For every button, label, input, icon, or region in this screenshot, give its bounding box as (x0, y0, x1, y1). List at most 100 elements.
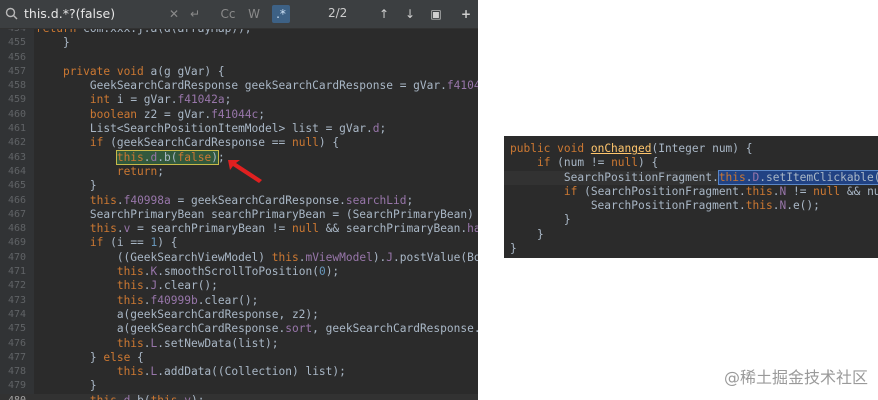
add-selection-icon[interactable]: + (458, 5, 474, 23)
regex-button[interactable]: .* (272, 5, 290, 23)
code-line: if (num != null) { (504, 156, 878, 170)
code-line: } (504, 213, 878, 227)
line-text[interactable]: List<SearchPositionItemModel> list = gVa… (36, 122, 386, 136)
code-line: 474 a(geekSearchCardResponse, z2); (0, 308, 478, 322)
match-count: 2/2 (328, 6, 348, 20)
line-text[interactable]: this.L.addData((Collection) list); (36, 365, 346, 379)
line-number: 457 (7, 65, 26, 77)
code-line: 459 int i = gVar.f41042a; (0, 93, 478, 107)
code-line: 469 if (i == 1) { (0, 236, 478, 250)
line-number: 467 (7, 208, 26, 220)
code-line: 468 this.v = searchPrimaryBean != null &… (0, 222, 478, 236)
code-line: 458 GeekSearchCardResponse geekSearchCar… (0, 79, 478, 93)
line-text[interactable]: this.L.setNewData(list); (36, 337, 279, 351)
line-number: 464 (7, 165, 26, 177)
code-line: } (504, 228, 878, 242)
search-icon[interactable] (4, 6, 20, 22)
line-number: 463 (7, 151, 26, 163)
line-number: 469 (7, 237, 26, 249)
line-number: 478 (7, 366, 26, 378)
search-input[interactable]: this.d.*?(false) (24, 6, 115, 21)
search-match-highlight[interactable]: this.D.setItemClickable(false) (717, 169, 878, 185)
code-line: 461 List<SearchPositionItemModel> list =… (0, 122, 478, 136)
line-number: 471 (7, 266, 26, 278)
line-text[interactable]: a(geekSearchCardResponse, z2); (36, 308, 319, 322)
line-text[interactable]: int i = gVar.f41042a; (36, 93, 231, 107)
line-text[interactable]: GeekSearchCardResponse geekSearchCardRes… (36, 79, 478, 93)
code-line: 477 } else { (0, 351, 478, 365)
line-number: 468 (7, 223, 26, 235)
line-text[interactable]: this.K.smoothScrollToPosition(0); (36, 265, 339, 279)
search-match-highlight[interactable]: this.d.b(false) (115, 149, 219, 165)
words-button[interactable]: W (246, 5, 262, 23)
line-text[interactable]: } (36, 379, 97, 393)
code-line: 472 this.J.clear(); (0, 279, 478, 293)
line-text[interactable]: } else { (36, 351, 144, 365)
line-number: 474 (7, 308, 26, 320)
line-text[interactable]: this.d.b(false); (36, 149, 225, 165)
line-number: 466 (7, 194, 26, 206)
code-line: SearchPositionFragment.this.D.setItemCli… (504, 169, 878, 185)
clear-icon[interactable]: ✕ (166, 5, 182, 23)
line-text[interactable]: } (510, 242, 517, 256)
line-number: 477 (7, 351, 26, 363)
code-line: 475 a(geekSearchCardResponse.sort, geekS… (0, 322, 478, 336)
line-text[interactable]: a(geekSearchCardResponse.sort, geekSearc… (36, 322, 478, 336)
code-line: 476 this.L.setNewData(list); (0, 337, 478, 351)
line-text[interactable]: this.J.clear(); (36, 279, 218, 293)
line-number: 461 (7, 123, 26, 135)
line-number: 456 (7, 51, 26, 63)
line-number: 475 (7, 323, 26, 335)
line-text[interactable]: boolean z2 = gVar.f41044c; (36, 108, 265, 122)
right-editor-panel: public void onChanged(Integer num) { if … (504, 136, 878, 258)
line-number: 460 (7, 108, 26, 120)
line-number: 472 (7, 280, 26, 292)
code-line: 470 ((GeekSearchViewModel) this.mViewMod… (0, 251, 478, 265)
red-arrow-annotation (228, 160, 262, 183)
line-text[interactable]: SearchPrimaryBean searchPrimaryBean = (S… (36, 208, 478, 222)
left-editor-panel: 454return com.xxx.j.a(d(arrayMap)); 455 … (0, 0, 478, 400)
code-line: 462 if (geekSearchCardResponse == null) … (0, 136, 478, 150)
line-text[interactable]: } (510, 228, 544, 242)
line-text[interactable]: } (510, 213, 571, 227)
line-number: 470 (7, 251, 26, 263)
code-line: 467 SearchPrimaryBean searchPrimaryBean … (0, 208, 478, 222)
select-all-icon[interactable]: ▣ (428, 5, 444, 23)
line-text[interactable]: if (num != null) { (510, 156, 658, 170)
new-line-icon[interactable]: ↵ (186, 5, 204, 23)
line-text[interactable]: return; (36, 165, 164, 179)
line-number: 479 (7, 380, 26, 392)
code-line: 460 boolean z2 = gVar.f41044c; (0, 108, 478, 122)
line-text[interactable]: this.d.b(this.v); (36, 394, 205, 400)
code-line: SearchPositionFragment.this.N.e(); (504, 199, 878, 213)
line-text[interactable]: if (geekSearchCardResponse == null) { (36, 136, 339, 150)
line-text[interactable]: SearchPositionFragment.this.N.e(); (510, 199, 820, 213)
line-text[interactable]: } (36, 36, 70, 50)
code-line: 473 this.f40999b.clear(); (0, 294, 478, 308)
line-text[interactable]: if (SearchPositionFragment.this.N != nul… (510, 185, 878, 199)
line-text[interactable]: ((GeekSearchViewModel) this.mViewModel).… (36, 251, 478, 265)
line-text[interactable]: this.v = searchPrimaryBean != null && se… (36, 222, 478, 236)
line-text[interactable]: if (i == 1) { (36, 236, 178, 250)
code-line: 479 } (0, 379, 478, 393)
code-lines: 454return com.xxx.j.a(d(arrayMap)); 455 … (0, 22, 478, 400)
arrow-up-icon[interactable]: ↑ (376, 5, 392, 23)
line-number: 480 (0, 394, 26, 400)
line-text[interactable]: this.f40999b.clear(); (36, 294, 258, 308)
line-text[interactable]: private void a(g gVar) { (36, 65, 225, 79)
code-line: 466 this.f40998a = geekSearchCardRespons… (0, 194, 478, 208)
line-text[interactable]: SearchPositionFragment.this.D.setItemCli… (510, 169, 878, 185)
watermark: @稀土掘金技术社区 (723, 368, 868, 387)
line-number: 455 (7, 37, 26, 49)
match-case-button[interactable]: Cc (218, 5, 238, 23)
line-text[interactable]: this.f40998a = geekSearchCardResponse.se… (36, 194, 413, 208)
line-text[interactable]: public void onChanged(Integer num) { (510, 142, 753, 156)
code-line: 455 } (0, 36, 478, 50)
line-number: 462 (7, 137, 26, 149)
line-text[interactable]: } (36, 179, 97, 193)
line-number: 465 (7, 180, 26, 192)
code-line: if (SearchPositionFragment.this.N != nul… (504, 185, 878, 199)
line-number: 476 (7, 337, 26, 349)
arrow-down-icon[interactable]: ↓ (402, 5, 418, 23)
code-line: 456 (0, 51, 478, 65)
